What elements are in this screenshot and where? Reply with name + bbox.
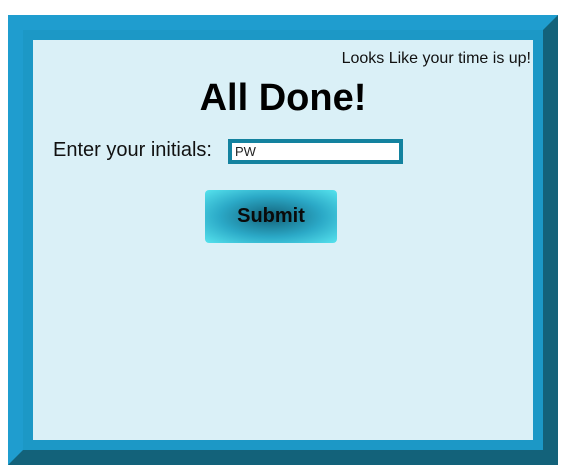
quiz-frame: Looks Like your time is up! All Done! En… bbox=[8, 15, 558, 465]
end-screen-panel: Looks Like your time is up! All Done! En… bbox=[33, 40, 533, 440]
submit-button[interactable]: Submit bbox=[205, 190, 337, 243]
initials-input[interactable] bbox=[228, 139, 403, 164]
time-up-message: Looks Like your time is up! bbox=[341, 50, 531, 67]
initials-label: Enter your initials: bbox=[53, 139, 212, 161]
page-title: All Done! bbox=[199, 77, 367, 119]
